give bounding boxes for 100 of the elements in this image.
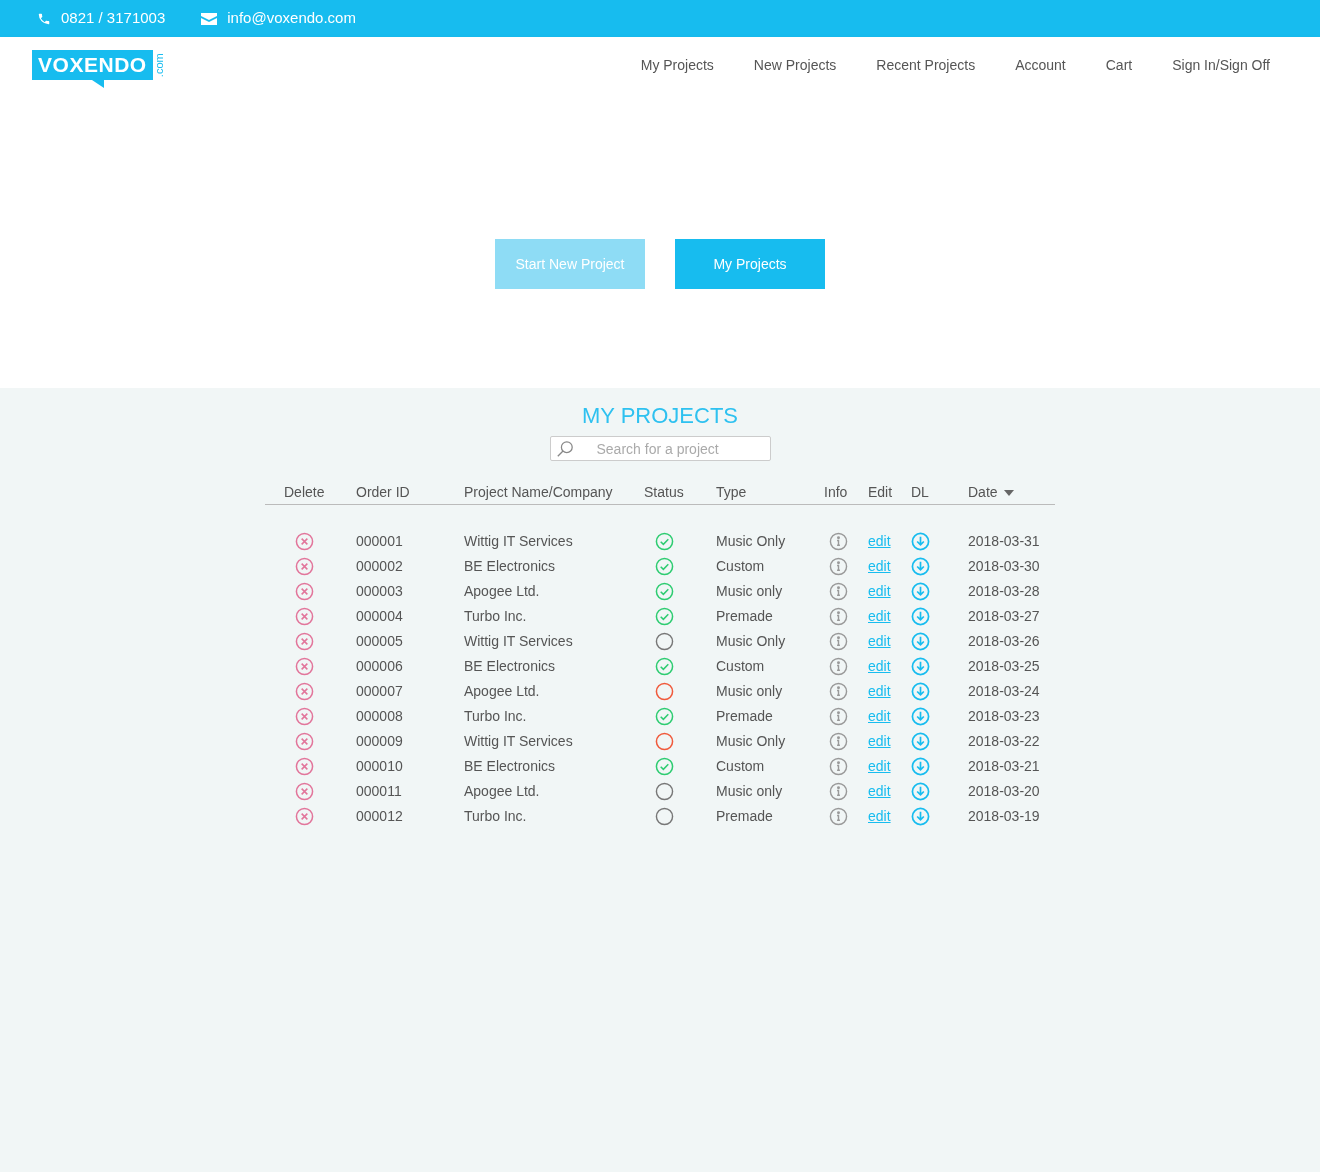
nav-link[interactable]: Recent Projects <box>876 54 976 76</box>
project-name: Wittig IT Services <box>464 633 573 649</box>
nav-link[interactable]: New Projects <box>753 54 837 76</box>
info-icon[interactable] <box>829 707 848 726</box>
delete-icon <box>295 607 314 626</box>
project-name: Wittig IT Services <box>464 533 573 549</box>
order-id: 000009 <box>356 733 403 749</box>
order-id: 000006 <box>356 658 403 674</box>
logo[interactable]: VOXENDO <box>32 50 153 80</box>
info-icon[interactable] <box>829 682 848 701</box>
column-header: Delete <box>284 483 325 502</box>
edit-link[interactable]: edit <box>868 733 891 749</box>
order-id: 000003 <box>356 583 403 599</box>
project-date: 2018-03-28 <box>968 583 1040 599</box>
project-name: BE Electronics <box>464 658 556 674</box>
project-type: Music Only <box>716 633 786 649</box>
project-type: Premade <box>716 808 773 824</box>
project-name: Turbo Inc. <box>464 808 527 824</box>
delete-button[interactable] <box>295 557 314 576</box>
delete-button[interactable] <box>295 607 314 626</box>
delete-button[interactable] <box>295 782 314 801</box>
delete-button[interactable] <box>295 732 314 751</box>
edit-link[interactable]: edit <box>868 583 891 599</box>
info-icon[interactable] <box>829 807 848 826</box>
download-icon[interactable] <box>911 532 930 551</box>
nav-link[interactable]: Account <box>1015 54 1066 76</box>
delete-icon <box>295 707 314 726</box>
project-name: Turbo Inc. <box>464 708 527 724</box>
project-type: Music only <box>716 783 783 799</box>
project-date: 2018-03-27 <box>968 608 1040 624</box>
nav-link[interactable]: My Projects <box>640 54 714 76</box>
info-icon[interactable] <box>829 607 848 626</box>
edit-link[interactable]: edit <box>868 533 891 549</box>
order-id: 000010 <box>356 758 403 774</box>
project-name: BE Electronics <box>464 758 556 774</box>
edit-link[interactable]: edit <box>868 808 891 824</box>
edit-link[interactable]: edit <box>868 658 891 674</box>
column-header: Order ID <box>356 483 410 502</box>
nav-link[interactable]: Sign In/Sign Off <box>1172 54 1270 76</box>
edit-link[interactable]: edit <box>868 608 891 624</box>
delete-button[interactable] <box>295 532 314 551</box>
section-title: MY PROJECTS <box>581 402 739 430</box>
download-icon[interactable] <box>911 657 930 676</box>
order-id: 000011 <box>356 783 402 799</box>
email-address: info@voxendo.com <box>227 8 356 29</box>
delete-button[interactable] <box>295 582 314 601</box>
download-icon[interactable] <box>911 807 930 826</box>
edit-link[interactable]: edit <box>868 783 891 799</box>
download-icon[interactable] <box>911 782 930 801</box>
info-icon[interactable] <box>829 557 848 576</box>
delete-icon <box>295 657 314 676</box>
order-id: 000007 <box>356 683 403 699</box>
edit-link[interactable]: edit <box>868 683 891 699</box>
delete-icon <box>295 582 314 601</box>
info-icon[interactable] <box>829 782 848 801</box>
edit-link[interactable]: edit <box>868 633 891 649</box>
delete-button[interactable] <box>295 707 314 726</box>
download-icon[interactable] <box>911 582 930 601</box>
info-icon[interactable] <box>829 632 848 651</box>
info-icon[interactable] <box>829 532 848 551</box>
delete-button[interactable] <box>295 632 314 651</box>
info-icon[interactable] <box>829 732 848 751</box>
project-date: 2018-03-19 <box>968 808 1040 824</box>
project-type: Music Only <box>716 533 786 549</box>
edit-link[interactable]: edit <box>868 708 891 724</box>
delete-icon <box>295 557 314 576</box>
column-header[interactable]: Date <box>968 482 998 503</box>
download-icon[interactable] <box>911 557 930 576</box>
edit-link[interactable]: edit <box>868 558 891 574</box>
download-icon[interactable] <box>911 707 930 726</box>
project-date: 2018-03-20 <box>968 783 1040 799</box>
delete-button[interactable] <box>295 757 314 776</box>
info-icon[interactable] <box>829 757 848 776</box>
logo-suffix: .com <box>151 53 166 77</box>
project-name: Turbo Inc. <box>464 608 527 624</box>
download-icon[interactable] <box>911 732 930 751</box>
project-date: 2018-03-22 <box>968 733 1040 749</box>
project-type: Premade <box>716 708 773 724</box>
column-header: Type <box>716 483 747 502</box>
search-field[interactable]: Search for a project <box>549 436 771 461</box>
delete-icon <box>295 782 314 801</box>
order-id: 000002 <box>356 558 403 574</box>
nav-link[interactable]: Cart <box>1105 54 1133 76</box>
info-icon[interactable] <box>829 657 848 676</box>
info-icon[interactable] <box>829 582 848 601</box>
download-icon[interactable] <box>911 682 930 701</box>
project-type: Music Only <box>716 733 786 749</box>
hero-button[interactable]: My Projects <box>675 239 825 289</box>
search-icon <box>555 440 574 458</box>
download-icon[interactable] <box>911 607 930 626</box>
download-icon[interactable] <box>911 757 930 776</box>
delete-button[interactable] <box>295 807 314 826</box>
delete-button[interactable] <box>295 682 314 701</box>
project-date: 2018-03-23 <box>968 708 1040 724</box>
delete-icon <box>295 757 314 776</box>
order-id: 000001 <box>356 533 403 549</box>
download-icon[interactable] <box>911 632 930 651</box>
edit-link[interactable]: edit <box>868 758 891 774</box>
delete-button[interactable] <box>295 657 314 676</box>
column-header: Status <box>644 483 684 502</box>
